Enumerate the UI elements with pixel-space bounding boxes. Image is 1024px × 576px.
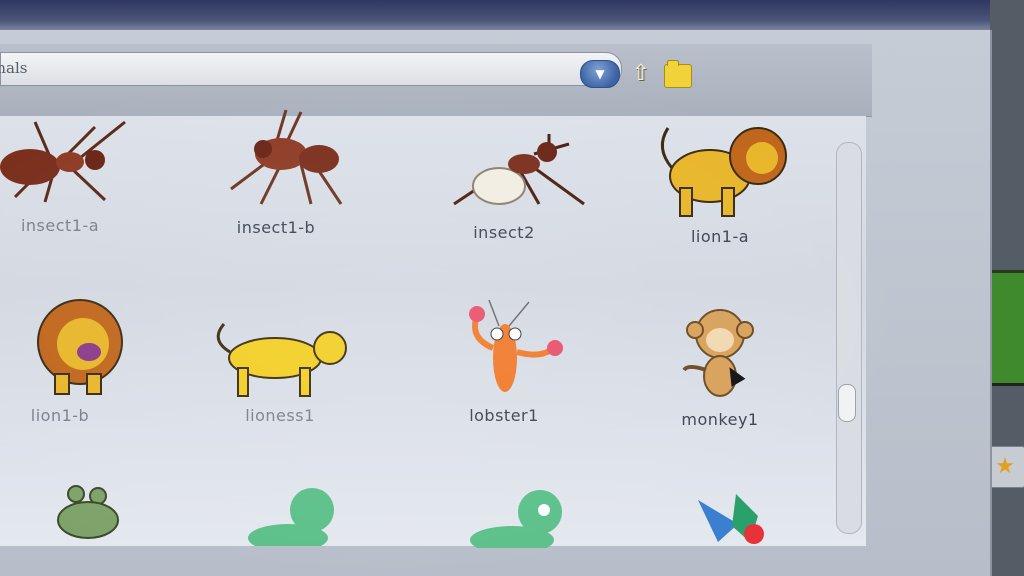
sprite-tile-lobster1[interactable]: lobster1: [404, 298, 604, 425]
dinosaur-image: [248, 488, 334, 546]
sprite-tile-monkey1[interactable]: monkey1: [620, 300, 820, 429]
sprite-tile-dinosaur-a[interactable]: [190, 486, 390, 546]
sprite-tile-lion1-b[interactable]: lion1-b: [0, 292, 160, 425]
parrot-image: [698, 494, 764, 544]
sprite-name: insect1-b: [236, 218, 316, 237]
lion-image: [37, 299, 123, 395]
sprite-name: monkey1: [681, 410, 759, 429]
sprite-tile-lioness1[interactable]: lioness1: [180, 310, 380, 425]
sprite-tile-insect1-b[interactable]: insect1-b: [176, 104, 376, 237]
ant-image: [453, 134, 585, 206]
sprite-grid-scrollbar[interactable]: [836, 142, 862, 534]
stage-sprite-peek: [992, 270, 1024, 386]
sprite-name: lioness1: [245, 406, 315, 425]
mouse-image: [57, 485, 119, 539]
lioness-image: [216, 323, 347, 397]
sprite-tile-insect1-a[interactable]: insect1-a: [0, 112, 160, 235]
sprite-name: insect1-a: [20, 216, 100, 235]
folder-up-icon[interactable]: ⇧: [628, 60, 654, 88]
sprite-name: insect2: [473, 223, 535, 242]
chevron-down-icon[interactable]: ▼: [580, 60, 620, 88]
scrollbar-thumb[interactable]: [838, 384, 856, 422]
sprite-tile-dinosaur-b[interactable]: [412, 488, 612, 548]
lobster-image: [469, 299, 563, 392]
monkey-image: [682, 309, 754, 397]
sprite-name: lion1-b: [30, 406, 90, 425]
sprite-tile-insect2[interactable]: insect2: [404, 124, 604, 242]
folder-name: imals: [0, 59, 28, 77]
sprite-name: lobster1: [469, 406, 539, 425]
sprite-tile-mouse[interactable]: [0, 484, 170, 544]
dinosaur-image: [470, 490, 562, 548]
sprite-tile-lion1-a[interactable]: lion1-a: [620, 118, 820, 246]
window-top-strip: [0, 0, 1024, 34]
lion-image: [660, 127, 787, 217]
ant-image: [0, 120, 126, 203]
ant-image: [230, 109, 343, 205]
new-folder-icon[interactable]: [664, 60, 692, 88]
folder-select[interactable]: imals: [0, 52, 622, 86]
sprite-name: lion1-a: [690, 227, 750, 246]
sprite-tile-parrot[interactable]: [628, 486, 828, 546]
